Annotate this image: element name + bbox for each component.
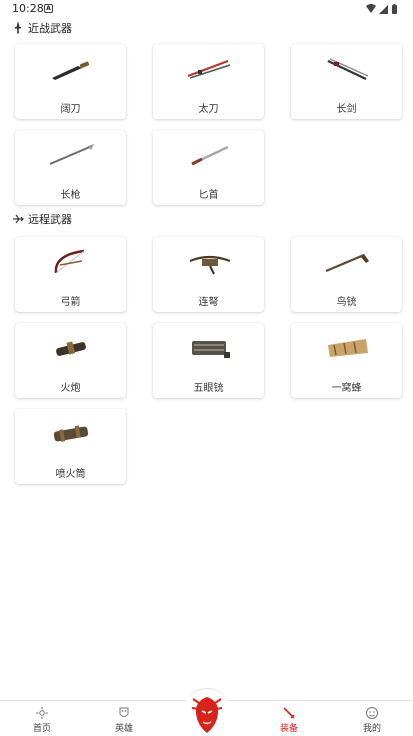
nav-home-label: 首页	[32, 724, 51, 734]
status-time: 10:28	[12, 2, 44, 15]
weapon-label: 喷火筒	[55, 469, 86, 480]
five-barrel-gun-icon	[192, 341, 230, 358]
weapon-card-broadsword[interactable]: 阔刀	[15, 44, 126, 119]
nav-equipment-label: 装备	[279, 724, 298, 734]
cannon-icon	[56, 341, 86, 356]
crossbow-icon	[13, 214, 24, 224]
center-emblem-button[interactable]	[183, 688, 231, 736]
weapon-card-repeating-crossbow[interactable]: 连弩	[153, 237, 264, 312]
spear-icon	[49, 144, 94, 165]
beehive-rocket-icon	[328, 339, 368, 357]
nav-mine[interactable]: 我的	[342, 701, 402, 736]
repeating-crossbow-icon	[189, 255, 231, 275]
weapon-label: 一窝蜂	[331, 383, 362, 394]
section-header-ranged: 远程武器	[12, 210, 72, 228]
weapon-card-beehive-rocket[interactable]: 一窝蜂	[291, 323, 402, 398]
dagger-icon	[15, 21, 21, 34]
weapon-card-spear[interactable]: 长枪	[15, 130, 126, 205]
weapon-card-musket[interactable]: 鸟铳	[291, 237, 402, 312]
flamethrower-icon	[53, 425, 89, 442]
longsword-icon	[327, 58, 369, 80]
weapon-card-flamethrower[interactable]: 喷火筒	[15, 409, 126, 484]
weapon-label: 长枪	[60, 190, 81, 201]
weapon-card-five-barrel-gun[interactable]: 五眼铳	[153, 323, 264, 398]
nav-home[interactable]: 首页	[12, 701, 72, 736]
section-header-melee: 近战武器	[12, 19, 72, 37]
section-title-ranged: 远程武器	[28, 213, 72, 226]
bow-icon	[54, 249, 85, 274]
tachi-icon	[187, 59, 231, 79]
nav-heroes-label: 英雄	[114, 724, 133, 734]
weapon-label: 匕首	[198, 190, 219, 201]
weapon-label: 弓箭	[60, 297, 81, 308]
wifi-icon	[366, 4, 376, 13]
weapon-card-longsword[interactable]: 长剑	[291, 44, 402, 119]
notification-icon: A	[44, 4, 53, 13]
nav-heroes[interactable]: 英雄	[94, 701, 154, 736]
broadsword-icon	[52, 61, 90, 80]
status-bar: 10:28 A	[0, 0, 413, 18]
weapon-card-bow[interactable]: 弓箭	[15, 237, 126, 312]
weapon-label: 鸟铳	[336, 297, 357, 308]
home-icon	[36, 707, 48, 719]
weapon-label: 太刀	[198, 104, 219, 115]
nav-mine-label: 我的	[362, 724, 381, 734]
profile-icon	[366, 707, 378, 719]
weapon-label: 长剑	[336, 104, 357, 115]
status-icons	[366, 4, 397, 14]
red-mask-icon	[191, 697, 223, 733]
section-title-melee: 近战武器	[28, 22, 72, 35]
dagger-weapon-icon	[191, 145, 229, 166]
sword-icon	[283, 707, 295, 719]
weapon-label: 五眼铳	[193, 383, 224, 394]
battery-icon	[392, 5, 397, 14]
musket-icon	[325, 253, 369, 273]
weapon-card-dagger[interactable]: 匕首	[153, 130, 264, 205]
signal-icon	[379, 5, 388, 14]
weapon-label: 火炮	[60, 383, 81, 394]
nav-equipment[interactable]: 装备	[259, 701, 319, 736]
weapon-card-tachi[interactable]: 太刀	[153, 44, 264, 119]
weapon-label: 阔刀	[60, 104, 81, 115]
weapon-label: 连弩	[198, 297, 219, 308]
heroes-icon	[119, 707, 129, 717]
weapon-card-cannon[interactable]: 火炮	[15, 323, 126, 398]
